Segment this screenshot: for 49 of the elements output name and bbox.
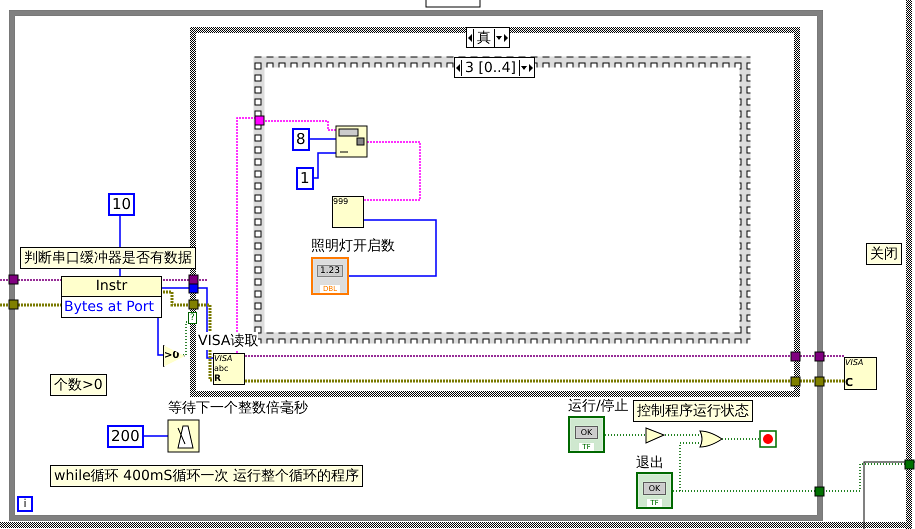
property-item: Bytes at Port	[63, 298, 156, 317]
scan-number-node: 999	[332, 196, 364, 228]
left-arrow-icon[interactable]	[467, 32, 473, 42]
comment-label: 个数>0	[50, 374, 107, 396]
iteration-terminal: i	[17, 496, 33, 512]
numeric-constant: 200	[107, 425, 144, 448]
or-gate-icon	[700, 430, 722, 448]
wire	[605, 434, 645, 436]
wire	[363, 141, 421, 201]
visa-close-node: VISA C	[844, 357, 877, 390]
wire	[308, 138, 336, 140]
wire-tunnel	[188, 274, 198, 310]
wire	[160, 279, 207, 281]
dropdown-arrow-icon[interactable]	[520, 62, 534, 72]
property-node-header: Instr	[62, 277, 161, 297]
case-selector[interactable]: 真	[466, 27, 510, 48]
node-label: 照明灯开启数	[311, 237, 395, 255]
wire-tunnel	[790, 352, 824, 386]
case-selector-terminal: ?	[188, 312, 197, 324]
comment-label: 关闭	[866, 243, 902, 265]
wire	[141, 435, 168, 437]
wire-tunnel	[254, 116, 264, 126]
wire-tunnel	[8, 274, 18, 310]
node-label: 等待下一个整数倍毫秒	[168, 399, 308, 417]
wire	[0, 279, 61, 281]
comment-label: while循环 400mS循环一次 运行整个循环的程序	[50, 465, 363, 487]
sequence-selector[interactable]: 3 [0..4]	[454, 57, 535, 78]
wire-tunnel	[814, 486, 824, 496]
metronome-icon	[168, 420, 200, 452]
left-arrow-icon[interactable]	[455, 62, 461, 72]
node-label: 退出	[636, 454, 664, 472]
wire	[665, 434, 700, 436]
wire	[0, 304, 61, 306]
node-label: 运行/停止	[568, 397, 629, 415]
wire-tunnel	[904, 460, 914, 470]
comment-label: 控制程序运行状态	[633, 400, 753, 422]
comment-label: 判断串口缓冲器是否有数据	[20, 247, 196, 269]
not-gate-icon	[646, 427, 666, 444]
string-subset-icon	[336, 126, 368, 158]
sub-panel-frame	[864, 462, 915, 529]
visa-read-node: VISA abc R	[213, 353, 245, 385]
stop-icon	[759, 430, 777, 448]
numeric-constant: 1	[296, 167, 314, 190]
wire	[722, 438, 760, 440]
dropdown-arrow-icon[interactable]	[495, 32, 509, 42]
wire	[313, 152, 336, 179]
node-label: VISA读取	[198, 332, 258, 350]
numeric-constant: 10	[108, 193, 136, 216]
numeric-constant: 8	[292, 128, 310, 151]
